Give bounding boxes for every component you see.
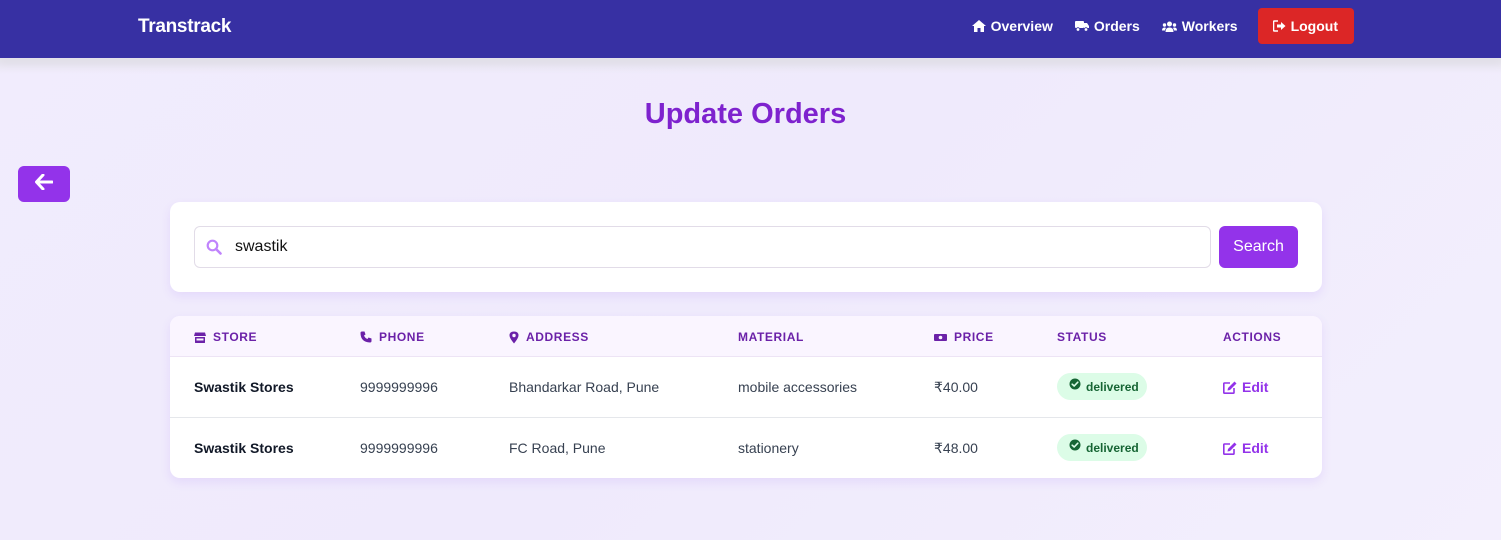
- brand-logo[interactable]: Transtrack: [138, 16, 231, 38]
- column-header-status: STATUS: [1057, 330, 1107, 344]
- cell-material: stationery: [738, 440, 799, 456]
- table-row: Swastik Stores 9999999996 FC Road, Pune …: [170, 418, 1322, 478]
- status-badge: delivered: [1057, 373, 1147, 400]
- navbar-shadow: [0, 58, 1501, 74]
- truck-icon: [1074, 20, 1089, 32]
- column-label: PRICE: [954, 330, 994, 344]
- search-box[interactable]: [194, 226, 1211, 268]
- status-label: delivered: [1086, 440, 1139, 455]
- home-icon: [971, 20, 986, 32]
- status-badge: delivered: [1057, 434, 1147, 461]
- page-title: Update Orders: [644, 98, 847, 130]
- edit-icon: [1223, 381, 1237, 394]
- cell-price: ₹40.00: [934, 379, 978, 395]
- edit-label: Edit: [1242, 379, 1269, 395]
- column-header-store: STORE: [194, 330, 257, 344]
- navbar: Transtrack Overview Orders Workers Logou…: [0, 0, 1501, 58]
- column-label: ACTIONS: [1223, 330, 1282, 344]
- search-card: Search: [170, 202, 1322, 292]
- logout-label: Logout: [1290, 18, 1338, 34]
- column-header-material: MATERIAL: [738, 330, 804, 344]
- column-label: STORE: [213, 330, 258, 344]
- edit-button[interactable]: Edit: [1223, 440, 1268, 456]
- nav-link-workers[interactable]: Workers: [1161, 18, 1238, 34]
- phone-icon: [360, 331, 372, 343]
- nav-link-label: Overview: [990, 18, 1053, 34]
- edit-button[interactable]: Edit: [1223, 379, 1268, 395]
- column-label: MATERIAL: [738, 330, 804, 344]
- orders-table: STORE PHONE ADDRESS MATERIAL PRICE STATU…: [170, 316, 1322, 478]
- arrow-left-icon: [35, 173, 54, 195]
- cell-store: Swastik Stores: [194, 379, 294, 395]
- search-button[interactable]: Search: [1219, 226, 1298, 268]
- map-marker-icon: [509, 331, 519, 344]
- table-header: STORE PHONE ADDRESS MATERIAL PRICE STATU…: [170, 316, 1322, 357]
- table-row: Swastik Stores 9999999996 Bhandarkar Roa…: [170, 357, 1322, 418]
- money-icon: [934, 333, 947, 342]
- check-circle-icon: [1069, 378, 1081, 390]
- cell-material: mobile accessories: [738, 379, 858, 395]
- column-header-actions: ACTIONS: [1223, 330, 1281, 344]
- column-header-price: PRICE: [934, 330, 994, 344]
- cell-phone: 9999999996: [360, 440, 438, 456]
- users-icon: [1161, 21, 1177, 32]
- column-label: PHONE: [379, 330, 425, 344]
- column-label: STATUS: [1057, 330, 1107, 344]
- back-button[interactable]: [18, 166, 70, 202]
- sign-out-icon: [1272, 20, 1286, 32]
- cell-address: Bhandarkar Road, Pune: [509, 379, 660, 395]
- cell-store: Swastik Stores: [194, 440, 294, 456]
- search-icon: [206, 239, 222, 260]
- nav-link-orders[interactable]: Orders: [1074, 18, 1140, 34]
- edit-label: Edit: [1242, 440, 1269, 456]
- nav-links: Overview Orders Workers Logout: [950, 8, 1354, 44]
- status-label: delivered: [1086, 379, 1139, 394]
- check-circle-icon: [1069, 439, 1081, 451]
- column-header-phone: PHONE: [360, 330, 425, 344]
- nav-link-label: Orders: [1093, 18, 1140, 34]
- cell-price: ₹48.00: [934, 440, 978, 456]
- store-icon: [194, 332, 206, 343]
- search-input[interactable]: [235, 227, 1195, 267]
- nav-link-overview[interactable]: Overview: [971, 18, 1053, 34]
- nav-link-label: Workers: [1181, 18, 1238, 34]
- edit-icon: [1223, 442, 1237, 455]
- cell-address: FC Road, Pune: [509, 440, 606, 456]
- column-header-address: ADDRESS: [509, 330, 589, 344]
- column-label: ADDRESS: [526, 330, 589, 344]
- cell-phone: 9999999996: [360, 379, 438, 395]
- logout-button[interactable]: Logout: [1257, 8, 1354, 44]
